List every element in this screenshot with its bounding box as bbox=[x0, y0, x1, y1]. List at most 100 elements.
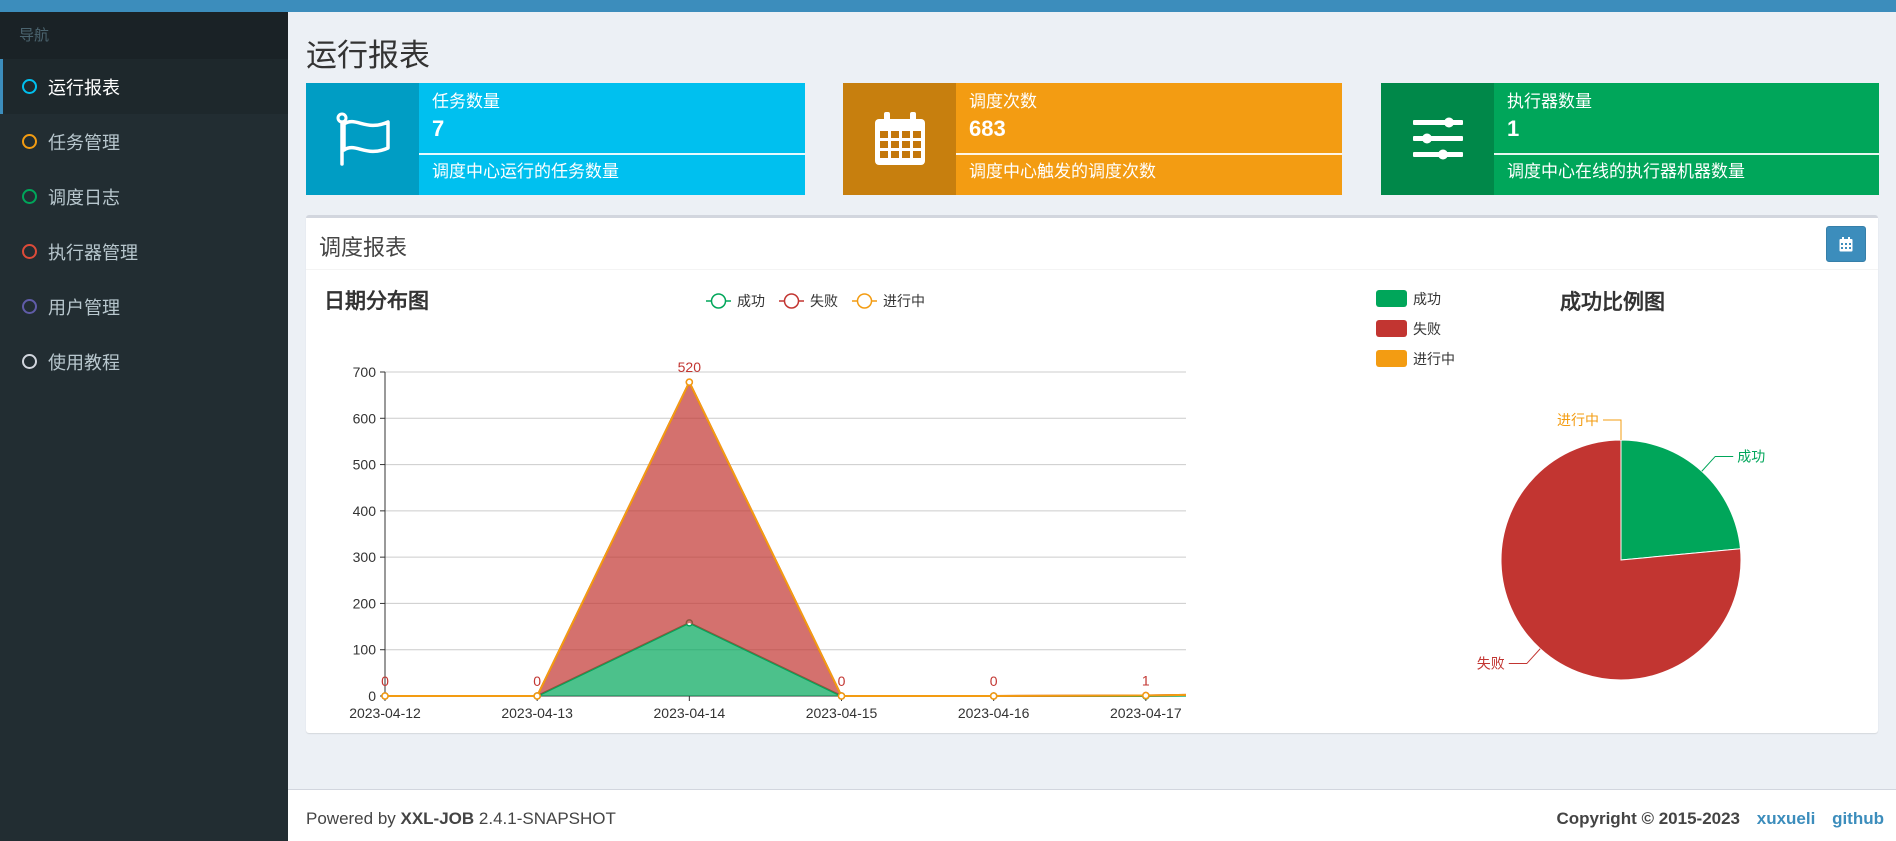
sidebar-item-tutorial[interactable]: 使用教程 bbox=[0, 334, 288, 389]
info-box-triggers: 调度次数 683 调度中心触发的调度次数 bbox=[843, 83, 1342, 195]
data-label: 0 bbox=[533, 673, 541, 689]
y-tick-label: 500 bbox=[353, 457, 377, 473]
data-point bbox=[837, 692, 846, 700]
data-label: 0 bbox=[381, 673, 389, 689]
legend-label: 成功 bbox=[1413, 291, 1441, 307]
legend-label: 进行中 bbox=[883, 293, 925, 309]
pie-label-line bbox=[1508, 648, 1541, 665]
progress-bar bbox=[419, 153, 805, 155]
calendar-icon bbox=[843, 83, 956, 195]
legend-label: 失败 bbox=[810, 293, 838, 309]
sidebar-item-users[interactable]: 用户管理 bbox=[0, 279, 288, 334]
y-tick-label: 0 bbox=[368, 688, 376, 704]
report-panel: 调度报表 日期分布图 0 100 200 300 400 500 600 700 2023-04-… bbox=[306, 215, 1878, 733]
info-box-number: 1 bbox=[1507, 116, 1520, 141]
x-tick-label: 2023-04-15 bbox=[806, 705, 878, 721]
data-point bbox=[685, 378, 694, 386]
chart-title: 日期分布图 bbox=[324, 289, 429, 313]
progress-bar bbox=[956, 153, 1342, 155]
sidebar-header: 导航 bbox=[0, 12, 288, 59]
info-box-description: 调度中心运行的任务数量 bbox=[432, 162, 619, 181]
sidebar-item-executors[interactable]: 执行器管理 bbox=[0, 224, 288, 279]
copyright-text: Copyright © 2015-2023 bbox=[1556, 809, 1741, 828]
x-tick-label: 2023-04-16 bbox=[958, 705, 1030, 721]
report-title: 调度报表 bbox=[319, 235, 408, 260]
pie-label: 进行中 bbox=[1557, 412, 1599, 428]
y-tick-label: 600 bbox=[353, 410, 377, 426]
legend-swatch bbox=[1376, 350, 1407, 367]
flag-icon bbox=[306, 83, 419, 195]
y-tick-label: 700 bbox=[353, 364, 377, 380]
sidebar-item-label: 任务管理 bbox=[48, 132, 120, 153]
pie-label-line bbox=[1701, 455, 1734, 472]
author-link[interactable]: xuxueli bbox=[1757, 809, 1816, 828]
sidebar-item-label: 调度日志 bbox=[48, 187, 120, 208]
info-box-number: 7 bbox=[432, 116, 445, 141]
sidebar-item-label: 使用教程 bbox=[48, 352, 120, 373]
calendar-icon bbox=[1839, 236, 1853, 251]
sliders-icon bbox=[1381, 83, 1494, 195]
data-point bbox=[533, 692, 541, 700]
sidebar-item-label: 用户管理 bbox=[48, 297, 120, 318]
circle-icon bbox=[22, 79, 37, 94]
circle-icon bbox=[22, 189, 37, 204]
y-tick-label: 200 bbox=[353, 595, 377, 611]
top-navbar bbox=[0, 0, 1896, 12]
x-tick-label: 2023-04-13 bbox=[501, 705, 573, 721]
data-label: 1 bbox=[1142, 673, 1150, 689]
legend-marker bbox=[710, 293, 727, 309]
sidebar-item-label: 运行报表 bbox=[48, 77, 120, 98]
x-tick-label: 2023-04-12 bbox=[349, 705, 421, 721]
sidebar-item-report[interactable]: 运行报表 bbox=[0, 59, 288, 114]
info-box-number: 683 bbox=[969, 116, 1006, 141]
info-box-description: 调度中心在线的执行器机器数量 bbox=[1507, 162, 1745, 181]
area-1 bbox=[385, 382, 1186, 696]
pie-label: 成功 bbox=[1737, 448, 1765, 464]
legend-swatch bbox=[1376, 320, 1407, 337]
sidebar-item-tasks[interactable]: 任务管理 bbox=[0, 114, 288, 169]
data-point bbox=[1142, 691, 1150, 700]
date-distribution-chart: 日期分布图01002003004005006007002023-04-12 202… bbox=[324, 289, 1186, 721]
footer: Powered by XXL-JOB 2.4.1-SNAPSHOT Copyri… bbox=[288, 789, 1896, 841]
data-label: 0 bbox=[990, 673, 998, 689]
data-label: 0 bbox=[838, 673, 846, 689]
data-label: 520 bbox=[678, 359, 702, 375]
info-box-label: 任务数量 bbox=[432, 92, 500, 111]
pie-label: 失败 bbox=[1477, 656, 1505, 672]
legend-label: 进行中 bbox=[1413, 351, 1455, 367]
legend-marker bbox=[783, 293, 800, 309]
pie-label-line bbox=[1603, 419, 1622, 440]
x-tick-label: 2023-04-14 bbox=[654, 705, 726, 721]
circle-icon bbox=[22, 299, 37, 314]
info-box-executors: 执行器数量 1 调度中心在线的执行器机器数量 bbox=[1381, 83, 1879, 195]
y-tick-label: 400 bbox=[353, 503, 377, 519]
report-header: 调度报表 bbox=[306, 218, 1878, 270]
product-version: 2.4.1-SNAPSHOT bbox=[474, 809, 616, 828]
product-name: XXL-JOB bbox=[400, 809, 475, 828]
data-point bbox=[989, 692, 998, 700]
footer-powered-by: Powered by XXL-JOB 2.4.1-SNAPSHOT bbox=[306, 809, 616, 829]
pie-slice bbox=[1620, 439, 1742, 561]
main-content: 运行报表 任务数量 7 调度中心运行的任务数量 调度次数 683 调度中心触发的… bbox=[288, 12, 1896, 790]
sidebar-item-label: 执行器管理 bbox=[48, 242, 138, 263]
chart-title: 成功比例图 bbox=[1560, 290, 1665, 314]
powered-prefix: Powered by bbox=[306, 809, 401, 828]
sidebar: 导航 运行报表 任务管理 调度日志 执行器管理 用户管理 使用教程 bbox=[0, 12, 288, 841]
page-title: 运行报表 bbox=[306, 38, 430, 73]
sidebar-item-logs[interactable]: 调度日志 bbox=[0, 169, 288, 224]
info-box-description: 调度中心触发的调度次数 bbox=[969, 162, 1156, 181]
legend-label: 成功 bbox=[737, 293, 765, 309]
github-link[interactable]: github bbox=[1832, 809, 1884, 828]
info-box-label: 执行器数量 bbox=[1507, 92, 1592, 111]
circle-icon bbox=[22, 244, 37, 259]
circle-icon bbox=[22, 134, 37, 149]
progress-bar bbox=[1494, 153, 1879, 155]
legend-label: 失败 bbox=[1413, 321, 1441, 337]
date-range-button[interactable] bbox=[1826, 226, 1866, 262]
footer-copyright: Copyright © 2015-2023 xuxueli github bbox=[1556, 809, 1884, 829]
legend-swatch bbox=[1376, 290, 1407, 307]
success-ratio-chart: 成功比例图成功失败进行中成功失败进行中 bbox=[1376, 290, 1765, 681]
data-point bbox=[381, 692, 389, 700]
legend-marker bbox=[856, 293, 873, 309]
info-box-tasks: 任务数量 7 调度中心运行的任务数量 bbox=[306, 83, 805, 195]
